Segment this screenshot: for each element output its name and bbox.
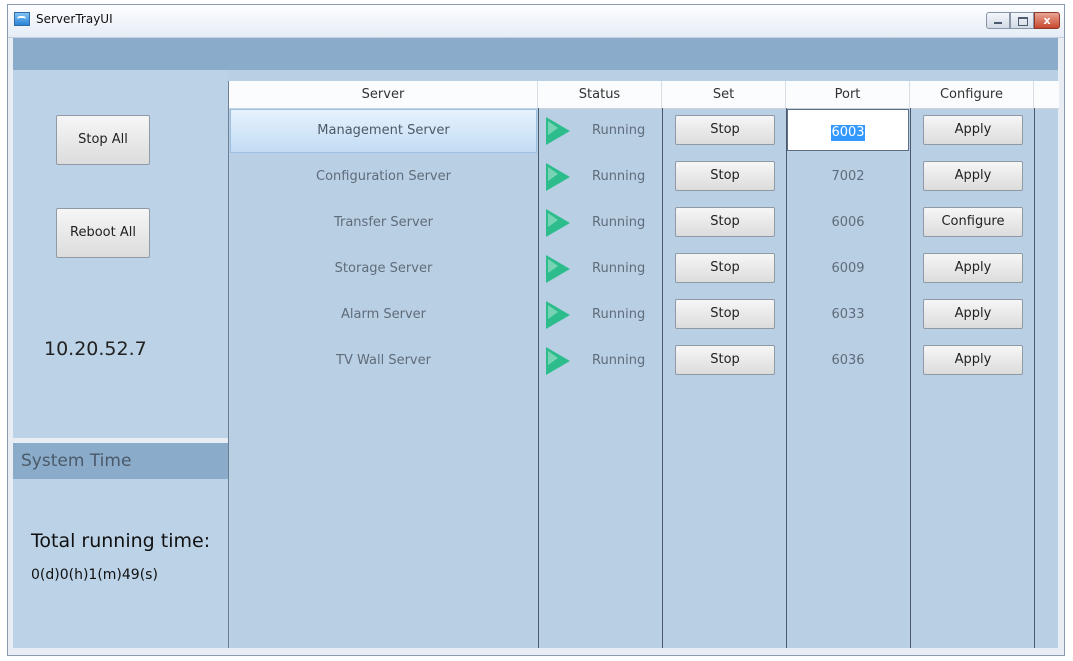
set-cell: Stop: [662, 200, 786, 246]
reboot-all-button[interactable]: Reboot All: [56, 208, 150, 258]
column-header-status[interactable]: Status: [538, 81, 662, 108]
set-cell: Stop: [662, 292, 786, 338]
maximize-icon[interactable]: [1010, 12, 1034, 29]
column-header-configure[interactable]: Configure: [910, 81, 1034, 108]
stop-all-button[interactable]: Stop All: [56, 115, 150, 165]
total-running-time-label: Total running time:: [31, 530, 211, 552]
column-header-filler: [1034, 81, 1059, 108]
status-text: Running: [592, 215, 646, 230]
server-name: TV Wall Server: [336, 353, 431, 368]
server-panel-header: [228, 38, 1058, 70]
play-icon: [546, 163, 570, 191]
configure-cell: Apply: [910, 338, 1034, 384]
status-cell: Running: [538, 200, 662, 246]
port-input-value: 6003: [831, 125, 865, 141]
configure-cell: Configure: [910, 200, 1034, 246]
table-body: Management Server Running Stop 6003 Appl…: [229, 108, 1059, 384]
status-text: Running: [592, 307, 646, 322]
table-row[interactable]: Transfer Server Running Stop 6006 Config…: [229, 200, 1059, 246]
stop-button[interactable]: Stop: [675, 207, 775, 237]
configure-cell: Apply: [910, 292, 1034, 338]
port-value[interactable]: 6036: [786, 338, 910, 384]
system-time-header: System Time: [13, 443, 229, 479]
set-cell: Stop: [662, 338, 786, 384]
close-icon[interactable]: x: [1034, 12, 1060, 29]
port-value[interactable]: 6033: [786, 292, 910, 338]
status-cell: Running: [538, 246, 662, 292]
control-panel-header: [13, 38, 229, 70]
server-table: Server Status Set Port Configure Managem…: [228, 81, 1059, 648]
play-icon: [546, 209, 570, 237]
control-panel: Stop All Reboot All 10.20.52.7: [13, 38, 229, 438]
status-text: Running: [592, 123, 646, 138]
column-header-set[interactable]: Set: [662, 81, 786, 108]
ip-address: 10.20.52.7: [44, 338, 147, 360]
play-icon: [546, 301, 570, 329]
stop-button[interactable]: Stop: [675, 345, 775, 375]
play-icon: [546, 255, 570, 283]
play-icon: [546, 117, 570, 145]
table-row[interactable]: TV Wall Server Running Stop 6036 Apply: [229, 338, 1059, 384]
app-icon: [14, 12, 30, 26]
table-row[interactable]: Alarm Server Running Stop 6033 Apply: [229, 292, 1059, 338]
status-cell: Running: [538, 108, 662, 154]
server-name: Transfer Server: [333, 215, 434, 230]
set-cell: Stop: [662, 108, 786, 154]
apply-button[interactable]: Apply: [923, 299, 1023, 329]
configure-cell: Apply: [910, 154, 1034, 200]
configure-cell: Apply: [910, 108, 1034, 154]
set-cell: Stop: [662, 246, 786, 292]
configure-button[interactable]: Configure: [923, 207, 1023, 237]
title-bar[interactable]: ServerTrayUI x: [8, 5, 1064, 38]
stop-button[interactable]: Stop: [675, 161, 775, 191]
table-row[interactable]: Configuration Server Running Stop 7002 A…: [229, 154, 1059, 200]
column-header-port[interactable]: Port: [786, 81, 910, 108]
port-value[interactable]: 6006: [786, 200, 910, 246]
server-name: Alarm Server: [340, 307, 426, 322]
stop-button[interactable]: Stop: [675, 115, 775, 145]
port-input[interactable]: 6003: [787, 109, 909, 151]
minimize-icon[interactable]: [986, 12, 1010, 29]
status-text: Running: [592, 353, 646, 368]
window-controls: x: [986, 12, 1060, 29]
port-value[interactable]: 6009: [786, 246, 910, 292]
apply-button[interactable]: Apply: [923, 161, 1023, 191]
stop-button[interactable]: Stop: [675, 253, 775, 283]
table-header: Server Status Set Port Configure: [229, 81, 1059, 109]
server-name: Storage Server: [334, 261, 433, 276]
status-text: Running: [592, 261, 646, 276]
total-running-time-value: 0(d)0(h)1(m)49(s): [31, 567, 158, 583]
status-cell: Running: [538, 292, 662, 338]
apply-button[interactable]: Apply: [923, 345, 1023, 375]
apply-button[interactable]: Apply: [923, 253, 1023, 283]
window-title: ServerTrayUI: [36, 12, 113, 26]
play-icon: [546, 347, 570, 375]
stop-button[interactable]: Stop: [675, 299, 775, 329]
set-cell: Stop: [662, 154, 786, 200]
status-cell: Running: [538, 154, 662, 200]
table-row[interactable]: Storage Server Running Stop 6009 Apply: [229, 246, 1059, 292]
column-header-server[interactable]: Server: [229, 81, 538, 108]
configure-cell: Apply: [910, 246, 1034, 292]
status-cell: Running: [538, 338, 662, 384]
apply-button[interactable]: Apply: [923, 115, 1023, 145]
server-panel: Server Status Set Port Configure Managem…: [228, 38, 1059, 648]
server-name: Configuration Server: [316, 169, 451, 184]
port-cell: 6003: [786, 108, 910, 154]
port-value[interactable]: 7002: [786, 154, 910, 200]
system-time-panel: System Time Total running time: 0(d)0(h)…: [13, 443, 229, 648]
server-name: Management Server: [317, 123, 450, 138]
status-text: Running: [592, 169, 646, 184]
table-row[interactable]: Management Server Running Stop 6003 Appl…: [229, 108, 1059, 154]
